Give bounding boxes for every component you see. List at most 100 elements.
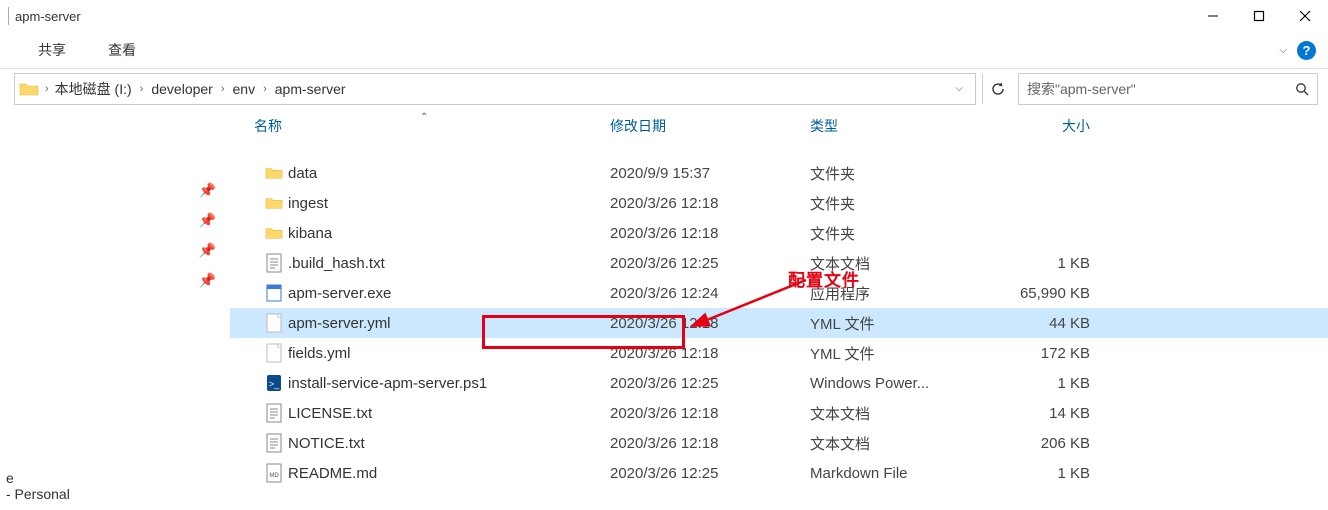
file-name: kibana bbox=[288, 225, 610, 242]
sidebar-item[interactable]: - Personal bbox=[2, 486, 230, 502]
file-name: apm-server.exe bbox=[288, 285, 610, 302]
file-type: 文本文档 bbox=[810, 253, 980, 274]
minimize-button[interactable] bbox=[1190, 0, 1236, 32]
file-row[interactable]: NOTICE.txt2020/3/26 12:18文本文档206 KB bbox=[230, 428, 1328, 458]
file-row[interactable]: >_ install-service-apm-server.ps12020/3/2… bbox=[230, 368, 1328, 398]
column-modified[interactable]: 修改日期 bbox=[610, 116, 810, 136]
file-name: NOTICE.txt bbox=[288, 435, 610, 452]
sidebar: 📌 📌 📌 📌 e - Personal bbox=[0, 108, 230, 510]
chevron-right-icon: › bbox=[134, 83, 150, 95]
titlebar: apm-server bbox=[0, 0, 1328, 32]
breadcrumb-item[interactable]: apm-server bbox=[275, 81, 346, 97]
tab-view[interactable]: 查看 bbox=[108, 40, 136, 60]
folder-icon bbox=[260, 223, 288, 243]
file-size: 1 KB bbox=[980, 465, 1100, 482]
file-size: 44 KB bbox=[980, 315, 1100, 332]
file-name: install-service-apm-server.ps1 bbox=[288, 375, 610, 392]
file-type: 文本文档 bbox=[810, 403, 980, 424]
file-name: data bbox=[288, 165, 610, 182]
pin-icon: 📌 bbox=[199, 212, 216, 228]
file-icon bbox=[260, 253, 288, 273]
file-row[interactable]: .build_hash.txt2020/3/26 12:25文本文档1 KB bbox=[230, 248, 1328, 278]
file-icon bbox=[260, 283, 288, 303]
file-row[interactable]: MDREADME.md2020/3/26 12:25Markdown File1… bbox=[230, 458, 1328, 488]
file-row[interactable]: fields.yml2020/3/26 12:18YML 文件172 KB bbox=[230, 338, 1328, 368]
close-button[interactable] bbox=[1282, 0, 1328, 32]
column-size[interactable]: 大小 bbox=[980, 116, 1100, 136]
chevron-down-icon[interactable]: ⌵ bbox=[947, 83, 971, 94]
file-name: apm-server.yml bbox=[288, 315, 610, 332]
maximize-button[interactable] bbox=[1236, 0, 1282, 32]
file-icon bbox=[260, 433, 288, 453]
refresh-button[interactable] bbox=[982, 74, 1012, 104]
file-type: YML 文件 bbox=[810, 343, 980, 364]
file-name: fields.yml bbox=[288, 345, 610, 362]
file-date: 2020/3/26 12:18 bbox=[610, 315, 810, 332]
file-date: 2020/9/9 15:37 bbox=[610, 165, 810, 182]
file-row[interactable]: data2020/9/9 15:37文件夹 bbox=[230, 158, 1328, 188]
file-name: ingest bbox=[288, 195, 610, 212]
file-date: 2020/3/26 12:18 bbox=[610, 225, 810, 242]
column-name[interactable]: ⌃ 名称 bbox=[230, 116, 610, 136]
search-placeholder: 搜索"apm-server" bbox=[1027, 79, 1136, 99]
file-date: 2020/3/26 12:18 bbox=[610, 345, 810, 362]
file-row[interactable]: kibana2020/3/26 12:18文件夹 bbox=[230, 218, 1328, 248]
file-row[interactable]: apm-server.exe2020/3/26 12:24应用程序65,990 … bbox=[230, 278, 1328, 308]
chevron-right-icon: › bbox=[39, 83, 55, 95]
file-size: 65,990 KB bbox=[980, 285, 1100, 302]
file-icon: >_ bbox=[260, 373, 288, 393]
chevron-right-icon: › bbox=[257, 83, 273, 95]
folder-icon bbox=[260, 193, 288, 213]
file-list: ⌃ 名称 修改日期 类型 大小 data2020/9/9 15:37文件夹ing… bbox=[230, 108, 1328, 510]
titlebar-divider bbox=[8, 7, 9, 25]
file-icon bbox=[260, 403, 288, 423]
address-bar-row: › 本地磁盘 (I:) › developer › env › apm-serv… bbox=[0, 68, 1328, 108]
breadcrumb-item[interactable]: env bbox=[233, 81, 256, 97]
window-controls bbox=[1190, 0, 1328, 32]
file-row[interactable]: LICENSE.txt2020/3/26 12:18文本文档14 KB bbox=[230, 398, 1328, 428]
svg-text:>_: >_ bbox=[269, 379, 280, 389]
column-type[interactable]: 类型 bbox=[810, 116, 980, 136]
file-date: 2020/3/26 12:18 bbox=[610, 435, 810, 452]
file-date: 2020/3/26 12:18 bbox=[610, 405, 810, 422]
column-name-label: 名称 bbox=[254, 118, 282, 134]
file-size: 1 KB bbox=[980, 255, 1100, 272]
file-type: 文本文档 bbox=[810, 433, 980, 454]
pin-icon: 📌 bbox=[199, 182, 216, 198]
file-type: Windows Power... bbox=[810, 375, 980, 392]
address-bar[interactable]: › 本地磁盘 (I:) › developer › env › apm-serv… bbox=[14, 73, 976, 105]
svg-text:MD: MD bbox=[269, 473, 279, 479]
file-size: 206 KB bbox=[980, 435, 1100, 452]
breadcrumb-item[interactable]: developer bbox=[151, 81, 213, 97]
folder-icon bbox=[260, 163, 288, 183]
tab-share[interactable]: 共享 bbox=[38, 40, 66, 60]
file-type: 应用程序 bbox=[810, 283, 980, 304]
chevron-down-icon[interactable]: ⌵ bbox=[1279, 45, 1287, 56]
file-icon: MD bbox=[260, 463, 288, 483]
file-row[interactable]: apm-server.yml2020/3/26 12:18YML 文件44 KB bbox=[230, 308, 1328, 338]
chevron-right-icon: › bbox=[215, 83, 231, 95]
ribbon-tabs: 共享 查看 ⌵ ? bbox=[0, 32, 1328, 68]
file-date: 2020/3/26 12:25 bbox=[610, 465, 810, 482]
file-name: LICENSE.txt bbox=[288, 405, 610, 422]
search-input[interactable]: 搜索"apm-server" bbox=[1018, 73, 1318, 105]
file-size: 172 KB bbox=[980, 345, 1100, 362]
file-type: 文件夹 bbox=[810, 193, 980, 214]
file-date: 2020/3/26 12:25 bbox=[610, 375, 810, 392]
file-icon bbox=[260, 343, 288, 363]
file-type: 文件夹 bbox=[810, 223, 980, 244]
folder-icon bbox=[19, 81, 39, 97]
file-date: 2020/3/26 12:24 bbox=[610, 285, 810, 302]
file-row[interactable]: ingest2020/3/26 12:18文件夹 bbox=[230, 188, 1328, 218]
help-icon[interactable]: ? bbox=[1297, 41, 1316, 60]
sort-indicator-icon: ⌃ bbox=[420, 112, 428, 123]
sidebar-item-label: e bbox=[2, 470, 230, 486]
breadcrumb: 本地磁盘 (I:) › developer › env › apm-server bbox=[55, 79, 346, 99]
file-date: 2020/3/26 12:18 bbox=[610, 195, 810, 212]
breadcrumb-item[interactable]: 本地磁盘 (I:) bbox=[55, 79, 132, 99]
file-icon bbox=[260, 313, 288, 333]
window-title: apm-server bbox=[15, 9, 81, 24]
pin-icon: 📌 bbox=[199, 242, 216, 258]
file-type: 文件夹 bbox=[810, 163, 980, 184]
file-date: 2020/3/26 12:25 bbox=[610, 255, 810, 272]
